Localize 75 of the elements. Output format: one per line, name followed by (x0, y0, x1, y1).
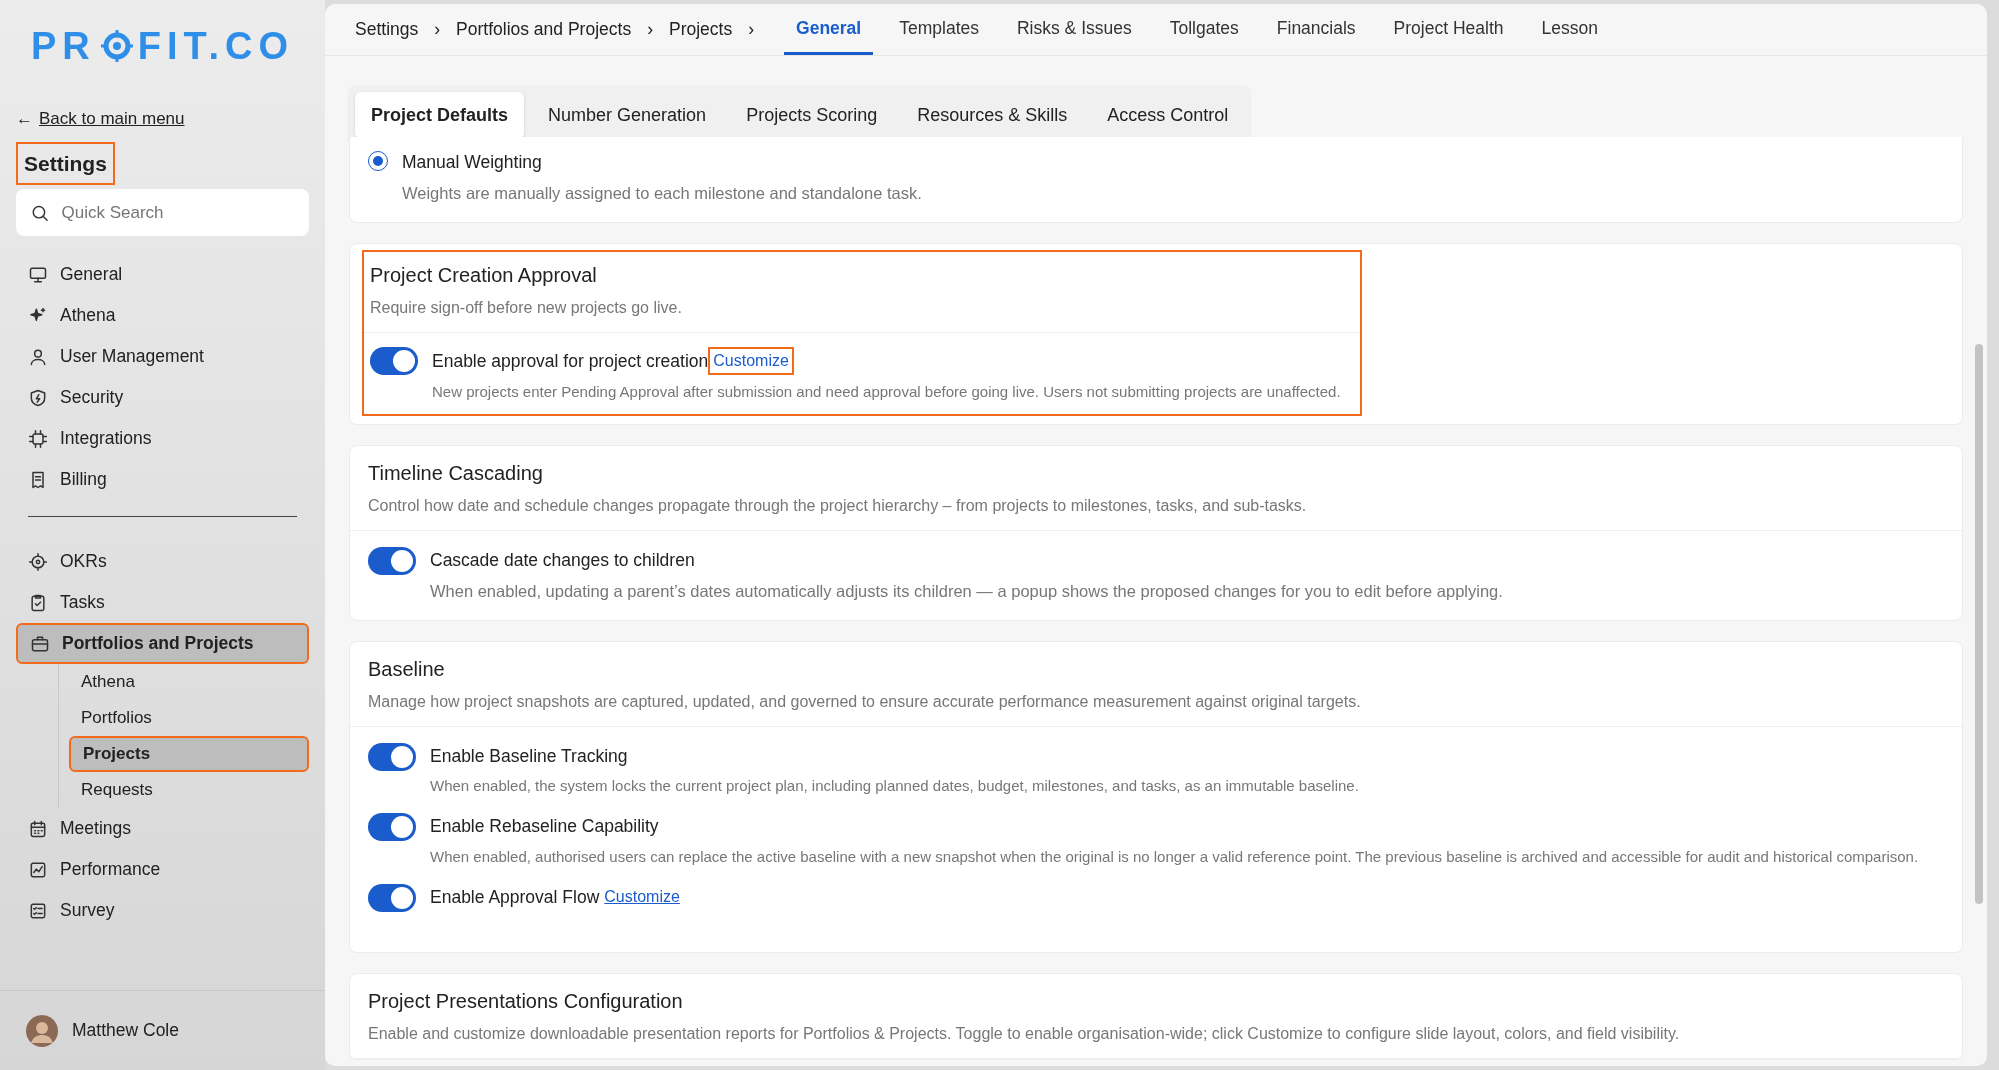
sidebar-item[interactable]: Survey (16, 890, 309, 931)
toggle-switch[interactable] (368, 742, 416, 771)
section-title: Timeline Cascading (368, 460, 544, 486)
user-name[interactable]: Matthew Cole (72, 1017, 179, 1044)
back-arrow-icon[interactable]: ← (16, 106, 33, 132)
sidebar-item[interactable]: User Management (16, 336, 309, 377)
setting-label: Cascade date changes to children (430, 548, 695, 572)
scrollbar[interactable] (1975, 344, 1983, 904)
toggle-switch[interactable] (368, 813, 416, 842)
sub-tab[interactable]: Resources & Skills (901, 92, 1084, 139)
search-box[interactable]: Quick Search (16, 189, 309, 236)
setting-label: Enable Baseline Tracking (430, 744, 628, 768)
sub-tab[interactable]: Project Defaults (355, 92, 525, 139)
sub-tab[interactable]: Projects Scoring (730, 92, 894, 139)
nav-tab[interactable]: Financials (1264, 4, 1368, 55)
sidebar-item[interactable]: Athena (16, 295, 309, 336)
section-title: Project Presentations Configuration (368, 989, 684, 1014)
section-description: Manage how project snapshots are captured, updated, and governed to ensure accurate performance measurement against original targets. (368, 691, 1362, 712)
sidebar-item[interactable]: Portfolios and Projects (16, 623, 309, 664)
target-icon (99, 29, 134, 63)
setting-label: Manual Weighting (402, 151, 542, 174)
clipboard-icon (28, 592, 48, 613)
section-description: Control how date and schedule changes propagate through the project hierarchy – from projects to milestones, tasks, and sub-tasks. (368, 495, 1308, 516)
breadcrumb-separator: › (748, 18, 755, 42)
nav-tab[interactable]: General (784, 4, 874, 55)
sidebar-item[interactable]: General (16, 254, 309, 295)
setting-description: Weights are manually assigned to each milestone and standalone task. (402, 183, 922, 205)
toggle-switch[interactable] (370, 347, 418, 375)
setting-description: New projects enter Pending Approval after submission and need approval before going live. Users not submitting projects are unaffected. (432, 382, 1341, 402)
chip-icon (28, 428, 48, 449)
toggle-switch[interactable] (368, 546, 416, 575)
nav-tab[interactable]: Risks & Issues (1005, 4, 1144, 55)
breadcrumb-link[interactable]: Projects (669, 16, 733, 43)
sidebar-subitem[interactable]: Requests (69, 772, 309, 808)
sidebar-item[interactable]: Integrations (16, 418, 309, 459)
sub-tab[interactable]: Number Generation (532, 92, 723, 139)
customize-link[interactable]: Customize (601, 885, 683, 910)
nav-tab[interactable]: Tollgates (1157, 4, 1251, 55)
setting-description: When enabled, updating a parent’s dates automatically adjusts its children — a popup shows the proposed changes for you to edit before applying. (430, 580, 1503, 602)
sidebar-item[interactable]: Performance (16, 849, 309, 890)
setting-description: When enabled, the system locks the current project plan, including planned dates, budget, milestones, and tasks, as an immutable baseline. (430, 775, 1359, 796)
sidebar-item[interactable]: Tasks (16, 582, 309, 623)
nav-tab[interactable]: Lesson (1529, 4, 1610, 55)
sidebar-item[interactable]: Meetings (16, 808, 309, 849)
sub-tab[interactable]: Access Control (1091, 92, 1245, 139)
setting-label: Enable Approval Flow (430, 886, 600, 909)
logo-text: PR (30, 23, 96, 69)
nav-tab[interactable]: Templates (887, 4, 991, 55)
toggle-switch[interactable] (368, 884, 416, 912)
target-icon (28, 551, 48, 572)
sidebar-subitem[interactable]: Projects (69, 736, 309, 772)
calendar-icon (28, 818, 48, 839)
sidebar-item[interactable]: Security (16, 377, 309, 418)
avatar (26, 1014, 58, 1047)
sidebar-subitem[interactable]: Portfolios (69, 700, 309, 736)
logo-text: FIT.CO (137, 23, 295, 69)
nav-tab[interactable]: Project Health (1381, 4, 1516, 55)
section-title: Baseline (368, 656, 446, 682)
shield-icon (28, 387, 48, 408)
setting-description: When enabled, authorised users can replace the active baseline with a new snapshot when the original is no longer a valid reference point. The previous baseline is archived and accessible for audit and historical comparison. (430, 846, 1919, 867)
breadcrumb-separator: › (434, 18, 441, 42)
search-field[interactable]: Quick Search (59, 198, 295, 227)
section-description: Require sign-off before new projects go live. (370, 298, 683, 318)
sidebar-title: Settings (16, 141, 115, 185)
back-link[interactable]: Back to main menu (39, 106, 185, 132)
section-description: Enable and customize downloadable presentation reports for Portfolios & Projects. Toggle to enable organisation-wide; click Customize to configure slide layout, colors, and field visibility. (368, 1024, 1681, 1044)
breadcrumb-separator: › (647, 18, 653, 42)
section-title: Project Creation Approval (370, 263, 598, 288)
customize-link[interactable]: Customize (708, 347, 794, 375)
breadcrumb-link[interactable]: Settings (355, 16, 419, 43)
sidebar-subitem[interactable]: Athena (69, 664, 309, 700)
breadcrumb-link[interactable]: Portfolios and Projects (456, 16, 632, 43)
setting-label: Enable Rebaseline Capability (430, 815, 659, 839)
sidebar-item[interactable]: OKRs (16, 541, 309, 582)
sidebar-item[interactable]: Billing (16, 459, 309, 500)
